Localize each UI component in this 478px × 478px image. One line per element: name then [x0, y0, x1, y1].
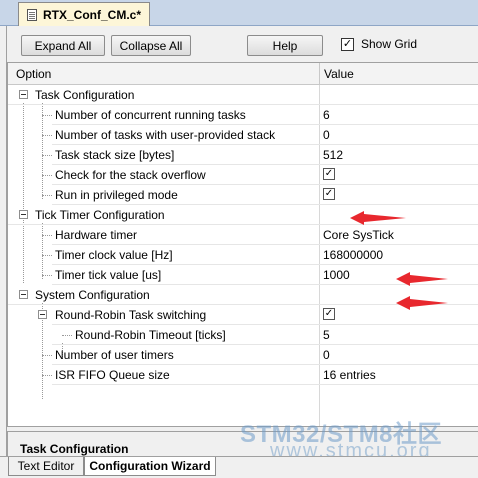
option-value[interactable]: 5: [323, 328, 330, 342]
option-label: Round-Robin Task switching: [55, 308, 207, 322]
configuration-wizard-panel: Expand All Collapse All Help ✓ Show Grid…: [6, 26, 478, 472]
group-row-task-configuration[interactable]: Task Configuration: [8, 85, 478, 105]
option-value[interactable]: 16 entries: [323, 368, 376, 382]
option-row-round-robin-timeout[interactable]: Round-Robin Timeout [ticks] 5: [8, 325, 478, 345]
option-row-hardware-timer[interactable]: Hardware timer Core SysTick: [8, 225, 478, 245]
option-row-user-stack-tasks[interactable]: Number of tasks with user-provided stack…: [8, 125, 478, 145]
option-label: Task Configuration: [35, 88, 135, 102]
option-label: Number of tasks with user-provided stack: [55, 128, 276, 142]
bottom-tab-bar: Text Editor Configuration Wizard: [0, 456, 478, 478]
option-row-stack-overflow-check[interactable]: Check for the stack overflow ✓: [8, 165, 478, 185]
option-value[interactable]: 0: [323, 128, 330, 142]
option-column-header: Option: [16, 67, 52, 81]
file-tab[interactable]: RTX_Conf_CM.c*: [18, 2, 150, 26]
option-label: Number of concurrent running tasks: [55, 108, 246, 122]
option-row-task-stack-size[interactable]: Task stack size [bytes] 512: [8, 145, 478, 165]
options-grid: Option Value Task Configuration Number o…: [7, 62, 478, 427]
value-column-header: Value: [324, 67, 354, 81]
option-label: Number of user timers: [55, 348, 174, 362]
grid-header: Option Value: [8, 63, 478, 85]
tab-text-editor[interactable]: Text Editor: [8, 457, 84, 476]
option-label: System Configuration: [35, 288, 150, 302]
option-label: Run in privileged mode: [55, 188, 178, 202]
collapse-toggle-icon[interactable]: [19, 210, 28, 219]
option-row-user-timers[interactable]: Number of user timers 0: [8, 345, 478, 365]
option-value[interactable]: 6: [323, 108, 330, 122]
annotation-arrow-timer-clock: [396, 272, 448, 286]
option-value[interactable]: Core SysTick: [323, 228, 394, 242]
collapse-toggle-icon[interactable]: [38, 310, 47, 319]
tab-configuration-wizard[interactable]: Configuration Wizard: [84, 457, 216, 476]
annotation-arrow-privileged-mode: [350, 211, 406, 225]
option-label: ISR FIFO Queue size: [55, 368, 170, 382]
option-label: Timer tick value [us]: [55, 268, 162, 282]
option-row-isr-fifo-queue[interactable]: ISR FIFO Queue size 16 entries: [8, 365, 478, 385]
show-grid-toggle[interactable]: ✓ Show Grid: [341, 37, 417, 51]
help-button[interactable]: Help: [247, 35, 323, 56]
stack-overflow-checkbox[interactable]: ✓: [323, 168, 335, 180]
option-label: Tick Timer Configuration: [35, 208, 165, 222]
option-value[interactable]: 512: [323, 148, 343, 162]
option-label: Round-Robin Timeout [ticks]: [75, 328, 226, 342]
option-row-timer-clock[interactable]: Timer clock value [Hz] 168000000: [8, 245, 478, 265]
option-row-privileged-mode[interactable]: Run in privileged mode ✓: [8, 185, 478, 205]
collapse-toggle-icon[interactable]: [19, 90, 28, 99]
option-label: Hardware timer: [55, 228, 138, 242]
option-label: Task stack size [bytes]: [55, 148, 175, 162]
expand-all-button[interactable]: Expand All: [21, 35, 105, 56]
collapse-toggle-icon[interactable]: [19, 290, 28, 299]
show-grid-label: Show Grid: [361, 37, 418, 51]
option-value[interactable]: 0: [323, 348, 330, 362]
option-row-concurrent-tasks[interactable]: Number of concurrent running tasks 6: [8, 105, 478, 125]
description-title: Task Configuration: [20, 442, 129, 456]
privileged-mode-checkbox[interactable]: ✓: [323, 188, 335, 200]
file-tab-strip: RTX_Conf_CM.c*: [0, 0, 478, 26]
file-tab-title: RTX_Conf_CM.c*: [43, 7, 142, 22]
toolbar: Expand All Collapse All Help ✓ Show Grid: [7, 26, 478, 62]
option-label: Timer clock value [Hz]: [55, 248, 173, 262]
file-icon: [27, 8, 37, 21]
annotation-arrow-timer-tick: [396, 296, 448, 310]
option-value[interactable]: 1000: [323, 268, 350, 282]
collapse-all-button[interactable]: Collapse All: [111, 35, 191, 56]
round-robin-checkbox[interactable]: ✓: [323, 308, 335, 320]
option-label: Check for the stack overflow: [55, 168, 206, 182]
option-value[interactable]: 168000000: [323, 248, 383, 262]
show-grid-checkbox[interactable]: ✓: [341, 37, 354, 51]
